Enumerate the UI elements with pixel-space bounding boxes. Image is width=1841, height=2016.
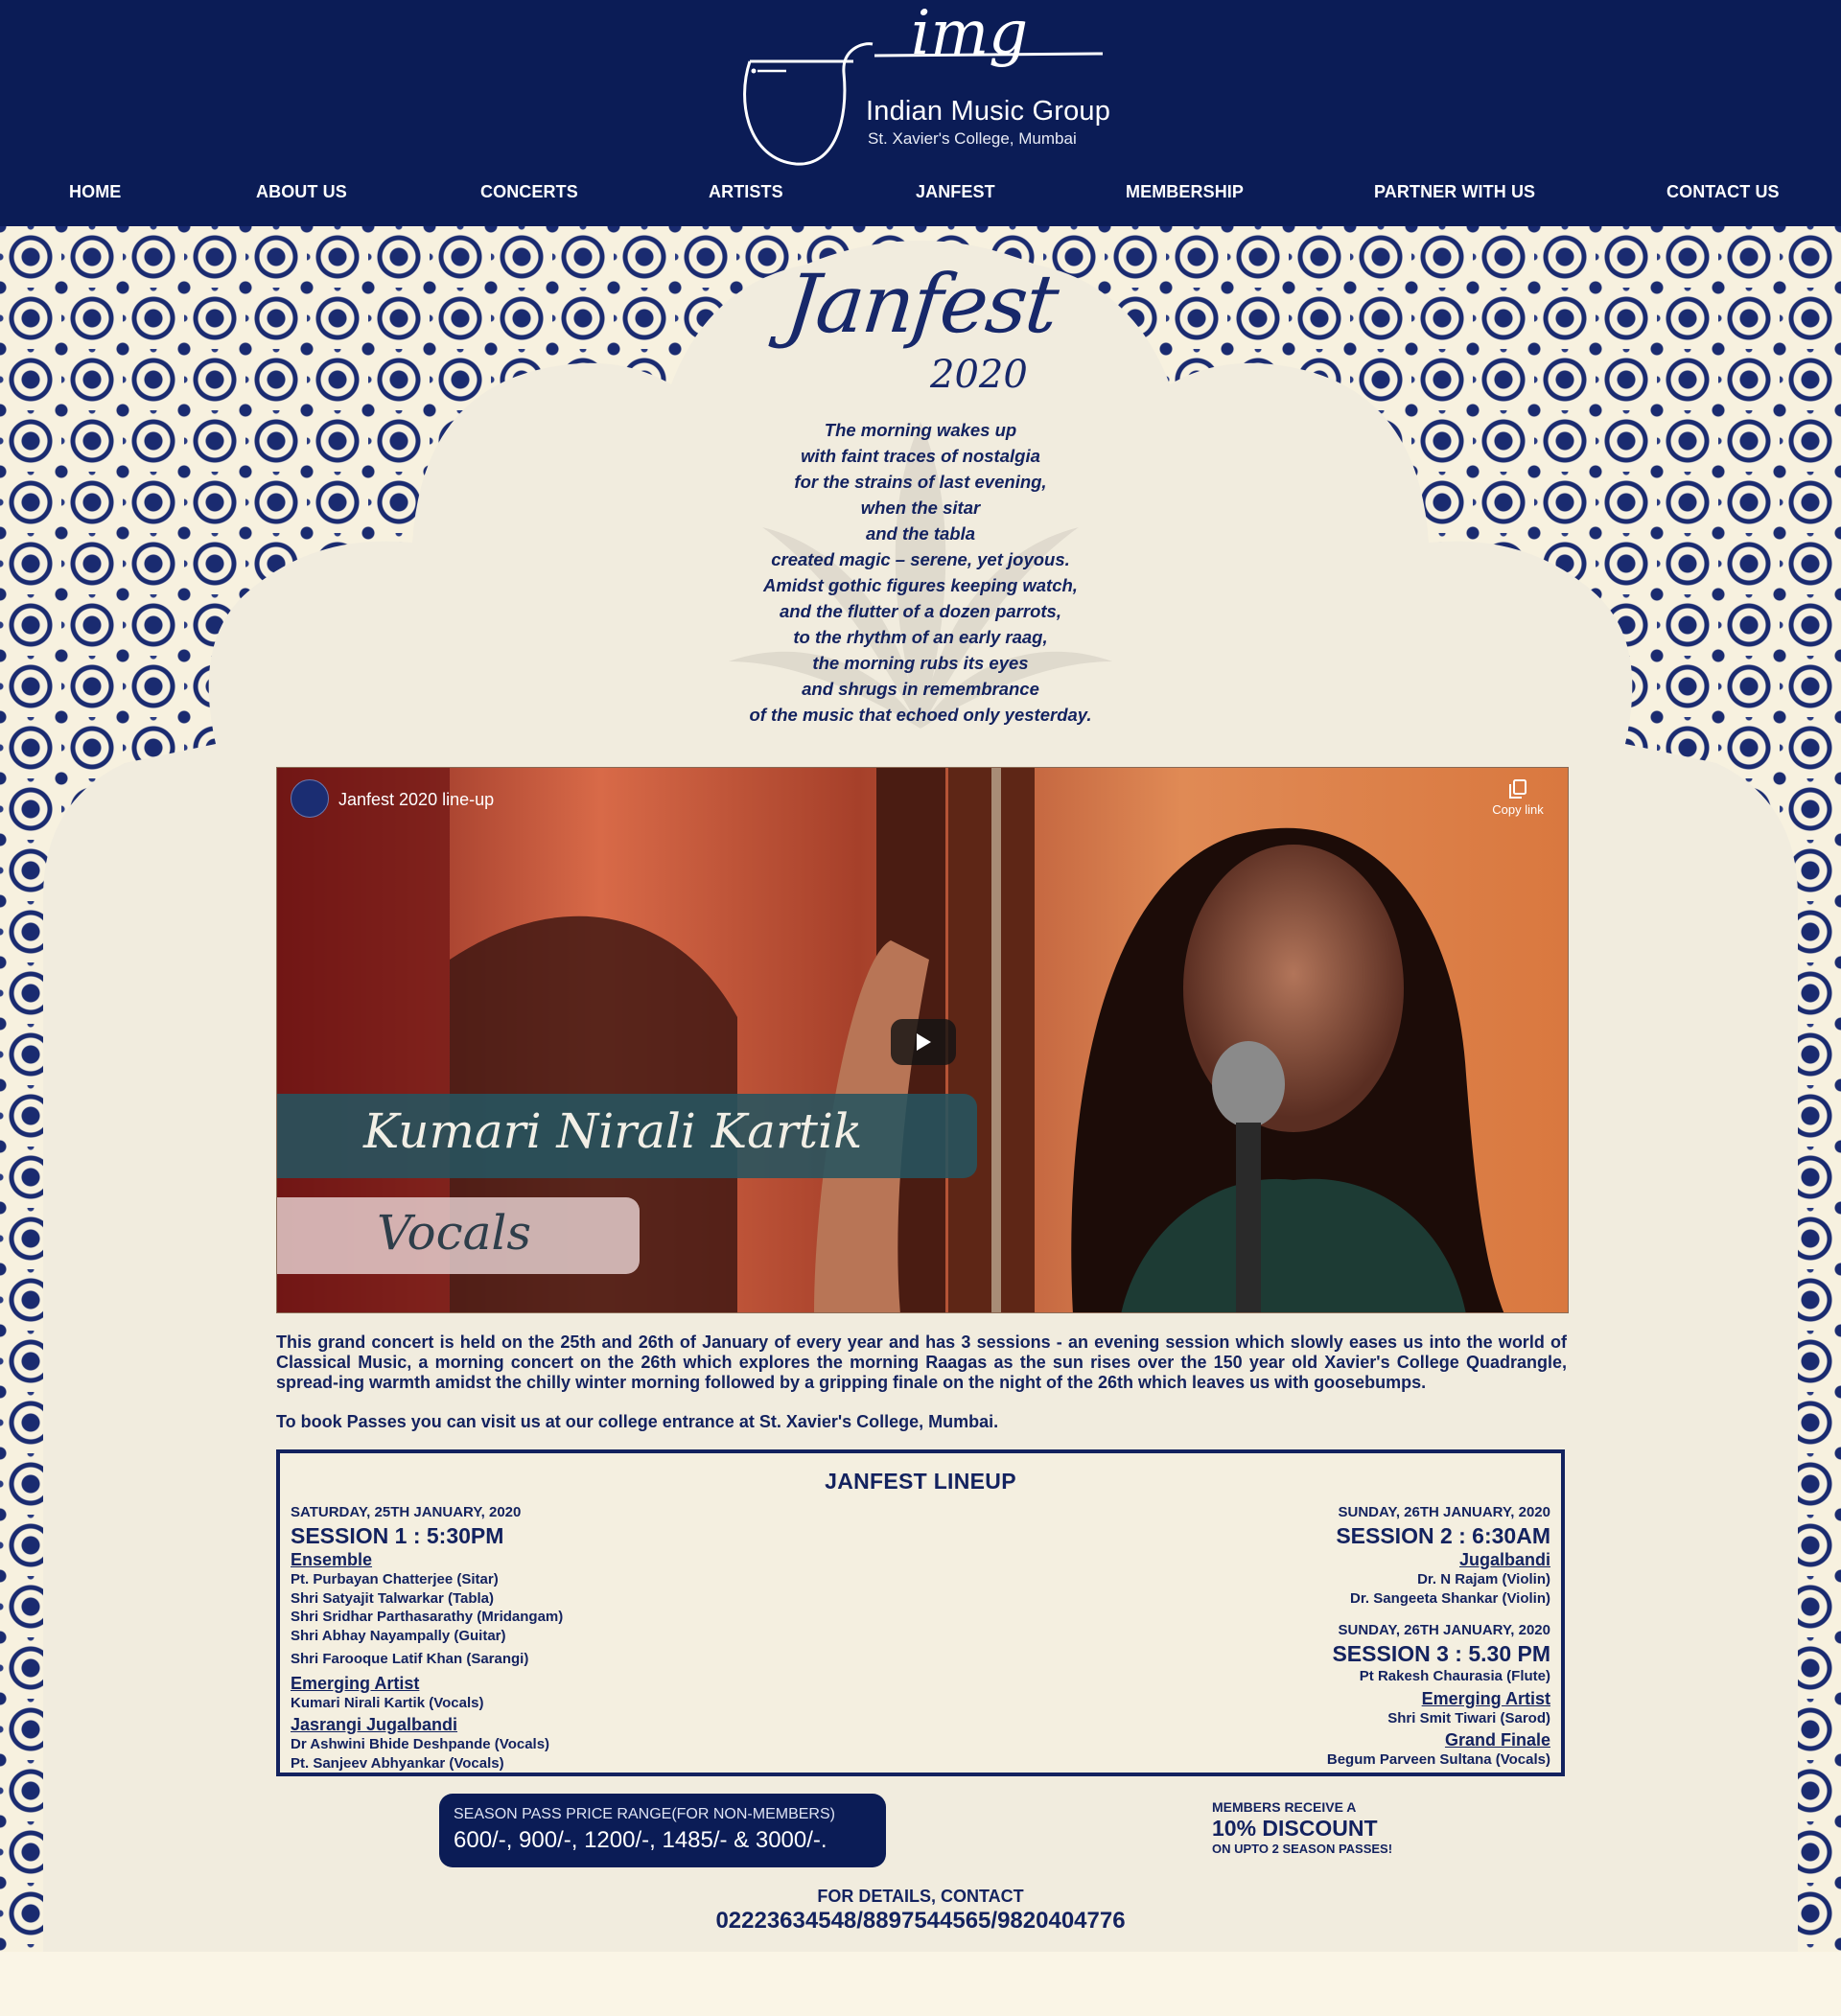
contact-label: FOR DETAILS, CONTACT bbox=[817, 1887, 1024, 1906]
copy-icon bbox=[1509, 779, 1526, 799]
logo-subtitle: St. Xavier's College, Mumbai bbox=[868, 129, 1077, 148]
poem-line: to the rhythm of an early raag, bbox=[793, 627, 1048, 647]
session-date: SATURDAY, 25TH JANUARY, 2020 bbox=[291, 1504, 522, 1520]
janfest-poem: The morning wakes up with faint traces o… bbox=[633, 417, 1208, 728]
artist-name: Begum Parveen Sultana (Vocals) bbox=[1326, 1751, 1550, 1768]
artist-name: Pt Rakesh Chaurasia (Flute) bbox=[1359, 1668, 1550, 1684]
artist-name: Kumari Nirali Kartik (Vocals) bbox=[291, 1694, 484, 1711]
session-date: SUNDAY, 26TH JANUARY, 2020 bbox=[1338, 1504, 1550, 1520]
season-pass-price-box: SEASON PASS PRICE RANGE(FOR NON-MEMBERS)… bbox=[439, 1794, 886, 1867]
nav-membership[interactable]: MEMBERSHIP bbox=[1126, 182, 1244, 202]
poem-line: Amidst gothic figures keeping watch, bbox=[763, 575, 1078, 595]
lineup-session-1: SATURDAY, 25TH JANUARY, 2020 SESSION 1 :… bbox=[291, 1503, 827, 1773]
artist-name: Dr. Sangeeta Shankar (Violin) bbox=[1350, 1589, 1550, 1607]
price-values: 600/-, 900/-, 1200/-, 1485/- & 3000/-. bbox=[454, 1827, 827, 1853]
logo-title: Indian Music Group bbox=[866, 96, 1111, 127]
main-nav: HOME ABOUT US CONCERTS ARTISTS JANFEST M… bbox=[0, 182, 1841, 211]
lineup-session-2-3: SUNDAY, 26TH JANUARY, 2020 SESSION 2 : 6… bbox=[1014, 1503, 1550, 1770]
play-button[interactable] bbox=[891, 1019, 956, 1065]
artist-name: Dr. N Rajam (Violin) bbox=[1417, 1571, 1550, 1587]
video-title[interactable]: Janfest 2020 line-up bbox=[338, 790, 494, 810]
performer-name-overlay: Kumari Nirali Kartik bbox=[363, 1103, 863, 1159]
booking-info: To book Passes you can visit us at our c… bbox=[276, 1412, 999, 1431]
performer-role-overlay: Vocals bbox=[377, 1205, 532, 1261]
discount-terms: ON UPTO 2 SEASON PASSES! bbox=[1212, 1842, 1393, 1856]
artist-name: Dr Ashwini Bhide Deshpande (Vocals) bbox=[291, 1736, 550, 1752]
nav-home[interactable]: HOME bbox=[69, 182, 121, 202]
artist-name: Shri Smit Tiwari (Sarod) bbox=[1387, 1709, 1550, 1726]
contact-phone-numbers[interactable]: 02223634548/8897544565/9820404776 bbox=[0, 1908, 1841, 1935]
concert-description: This grand concert is held on the 25th a… bbox=[276, 1332, 1567, 1392]
site-logo[interactable]: img Indian Music Group St. Xavier's Coll… bbox=[729, 0, 1112, 169]
group-heading: Grand Finale bbox=[1444, 1730, 1550, 1750]
copy-link-label: Copy link bbox=[1492, 802, 1544, 817]
nav-contact-us[interactable]: CONTACT US bbox=[1666, 182, 1780, 202]
artist-name: Shri Farooque Latif Khan (Sarangi) bbox=[291, 1651, 529, 1667]
discount-amount: 10% DISCOUNT bbox=[1212, 1816, 1378, 1841]
lineup-heading: JANFEST LINEUP bbox=[825, 1469, 1016, 1494]
group-heading: Ensemble bbox=[291, 1550, 373, 1569]
group-heading: Jasrangi Jugalbandi bbox=[291, 1715, 458, 1734]
group-heading: Emerging Artist bbox=[1421, 1688, 1550, 1708]
session-title: SESSION 1 : 5:30PM bbox=[291, 1523, 504, 1548]
artist-name: Shri Sridhar Parthasarathy (Mridangam) bbox=[291, 1609, 564, 1625]
session-date: SUNDAY, 26TH JANUARY, 2020 bbox=[1338, 1622, 1550, 1638]
session-title: SESSION 3 : 5.30 PM bbox=[1332, 1641, 1550, 1666]
group-heading: Jugalbandi bbox=[1458, 1550, 1550, 1569]
member-discount: MEMBERS RECEIVE A 10% DISCOUNT ON UPTO 2… bbox=[1212, 1799, 1392, 1856]
discount-intro: MEMBERS RECEIVE A bbox=[1212, 1799, 1357, 1815]
price-label: SEASON PASS PRICE RANGE(FOR NON-MEMBERS) bbox=[454, 1806, 835, 1822]
site-header: img Indian Music Group St. Xavier's Coll… bbox=[0, 0, 1841, 226]
poem-line: and the tabla bbox=[865, 523, 976, 544]
artist-name: Pt. Sanjeev Abhyankar (Vocals) bbox=[291, 1754, 504, 1772]
channel-avatar[interactable] bbox=[291, 779, 329, 818]
poem-line: and the flutter of a dozen parrots, bbox=[780, 601, 1061, 621]
poem-line: with faint traces of nostalgia bbox=[801, 446, 1040, 466]
nav-concerts[interactable]: CONCERTS bbox=[480, 182, 578, 202]
poem-line: The morning wakes up bbox=[824, 420, 1017, 440]
janfest-year: 2020 bbox=[930, 353, 1028, 397]
artist-name: Shri Satyajit Talwarkar (Tabla) bbox=[291, 1589, 495, 1607]
play-icon bbox=[917, 1033, 931, 1051]
poem-line: of the music that echoed only yesterday. bbox=[749, 705, 1092, 725]
group-heading: Emerging Artist bbox=[291, 1673, 420, 1693]
artist-name: Shri Abhay Nayampally (Guitar) bbox=[291, 1627, 506, 1644]
logo-mark: img bbox=[911, 0, 1029, 69]
poem-line: for the strains of last evening, bbox=[794, 472, 1047, 492]
footer-strip bbox=[0, 1952, 1841, 2016]
janfest-title: Janfest bbox=[781, 257, 1061, 351]
poem-line: created magic – serene, yet joyous. bbox=[771, 549, 1070, 569]
copy-link-button[interactable]: Copy link bbox=[1489, 779, 1547, 817]
nav-janfest[interactable]: JANFEST bbox=[916, 182, 995, 202]
janfest-lineup-box: JANFEST LINEUP SATURDAY, 25TH JANUARY, 2… bbox=[276, 1449, 1565, 1776]
nav-about-us[interactable]: ABOUT US bbox=[256, 182, 347, 202]
nav-artists[interactable]: ARTISTS bbox=[709, 182, 783, 202]
poem-line: when the sitar bbox=[860, 498, 981, 518]
video-embed[interactable]: Janfest 2020 line-up Copy link Kumari Ni… bbox=[276, 767, 1569, 1313]
poem-line: and shrugs in remembrance bbox=[802, 679, 1039, 699]
poem-line: the morning rubs its eyes bbox=[812, 653, 1029, 673]
session-title: SESSION 2 : 6:30AM bbox=[1336, 1523, 1550, 1548]
artist-name: Pt. Purbayan Chatterjee (Sitar) bbox=[291, 1571, 499, 1587]
nav-partner-with-us[interactable]: PARTNER WITH US bbox=[1374, 182, 1535, 202]
